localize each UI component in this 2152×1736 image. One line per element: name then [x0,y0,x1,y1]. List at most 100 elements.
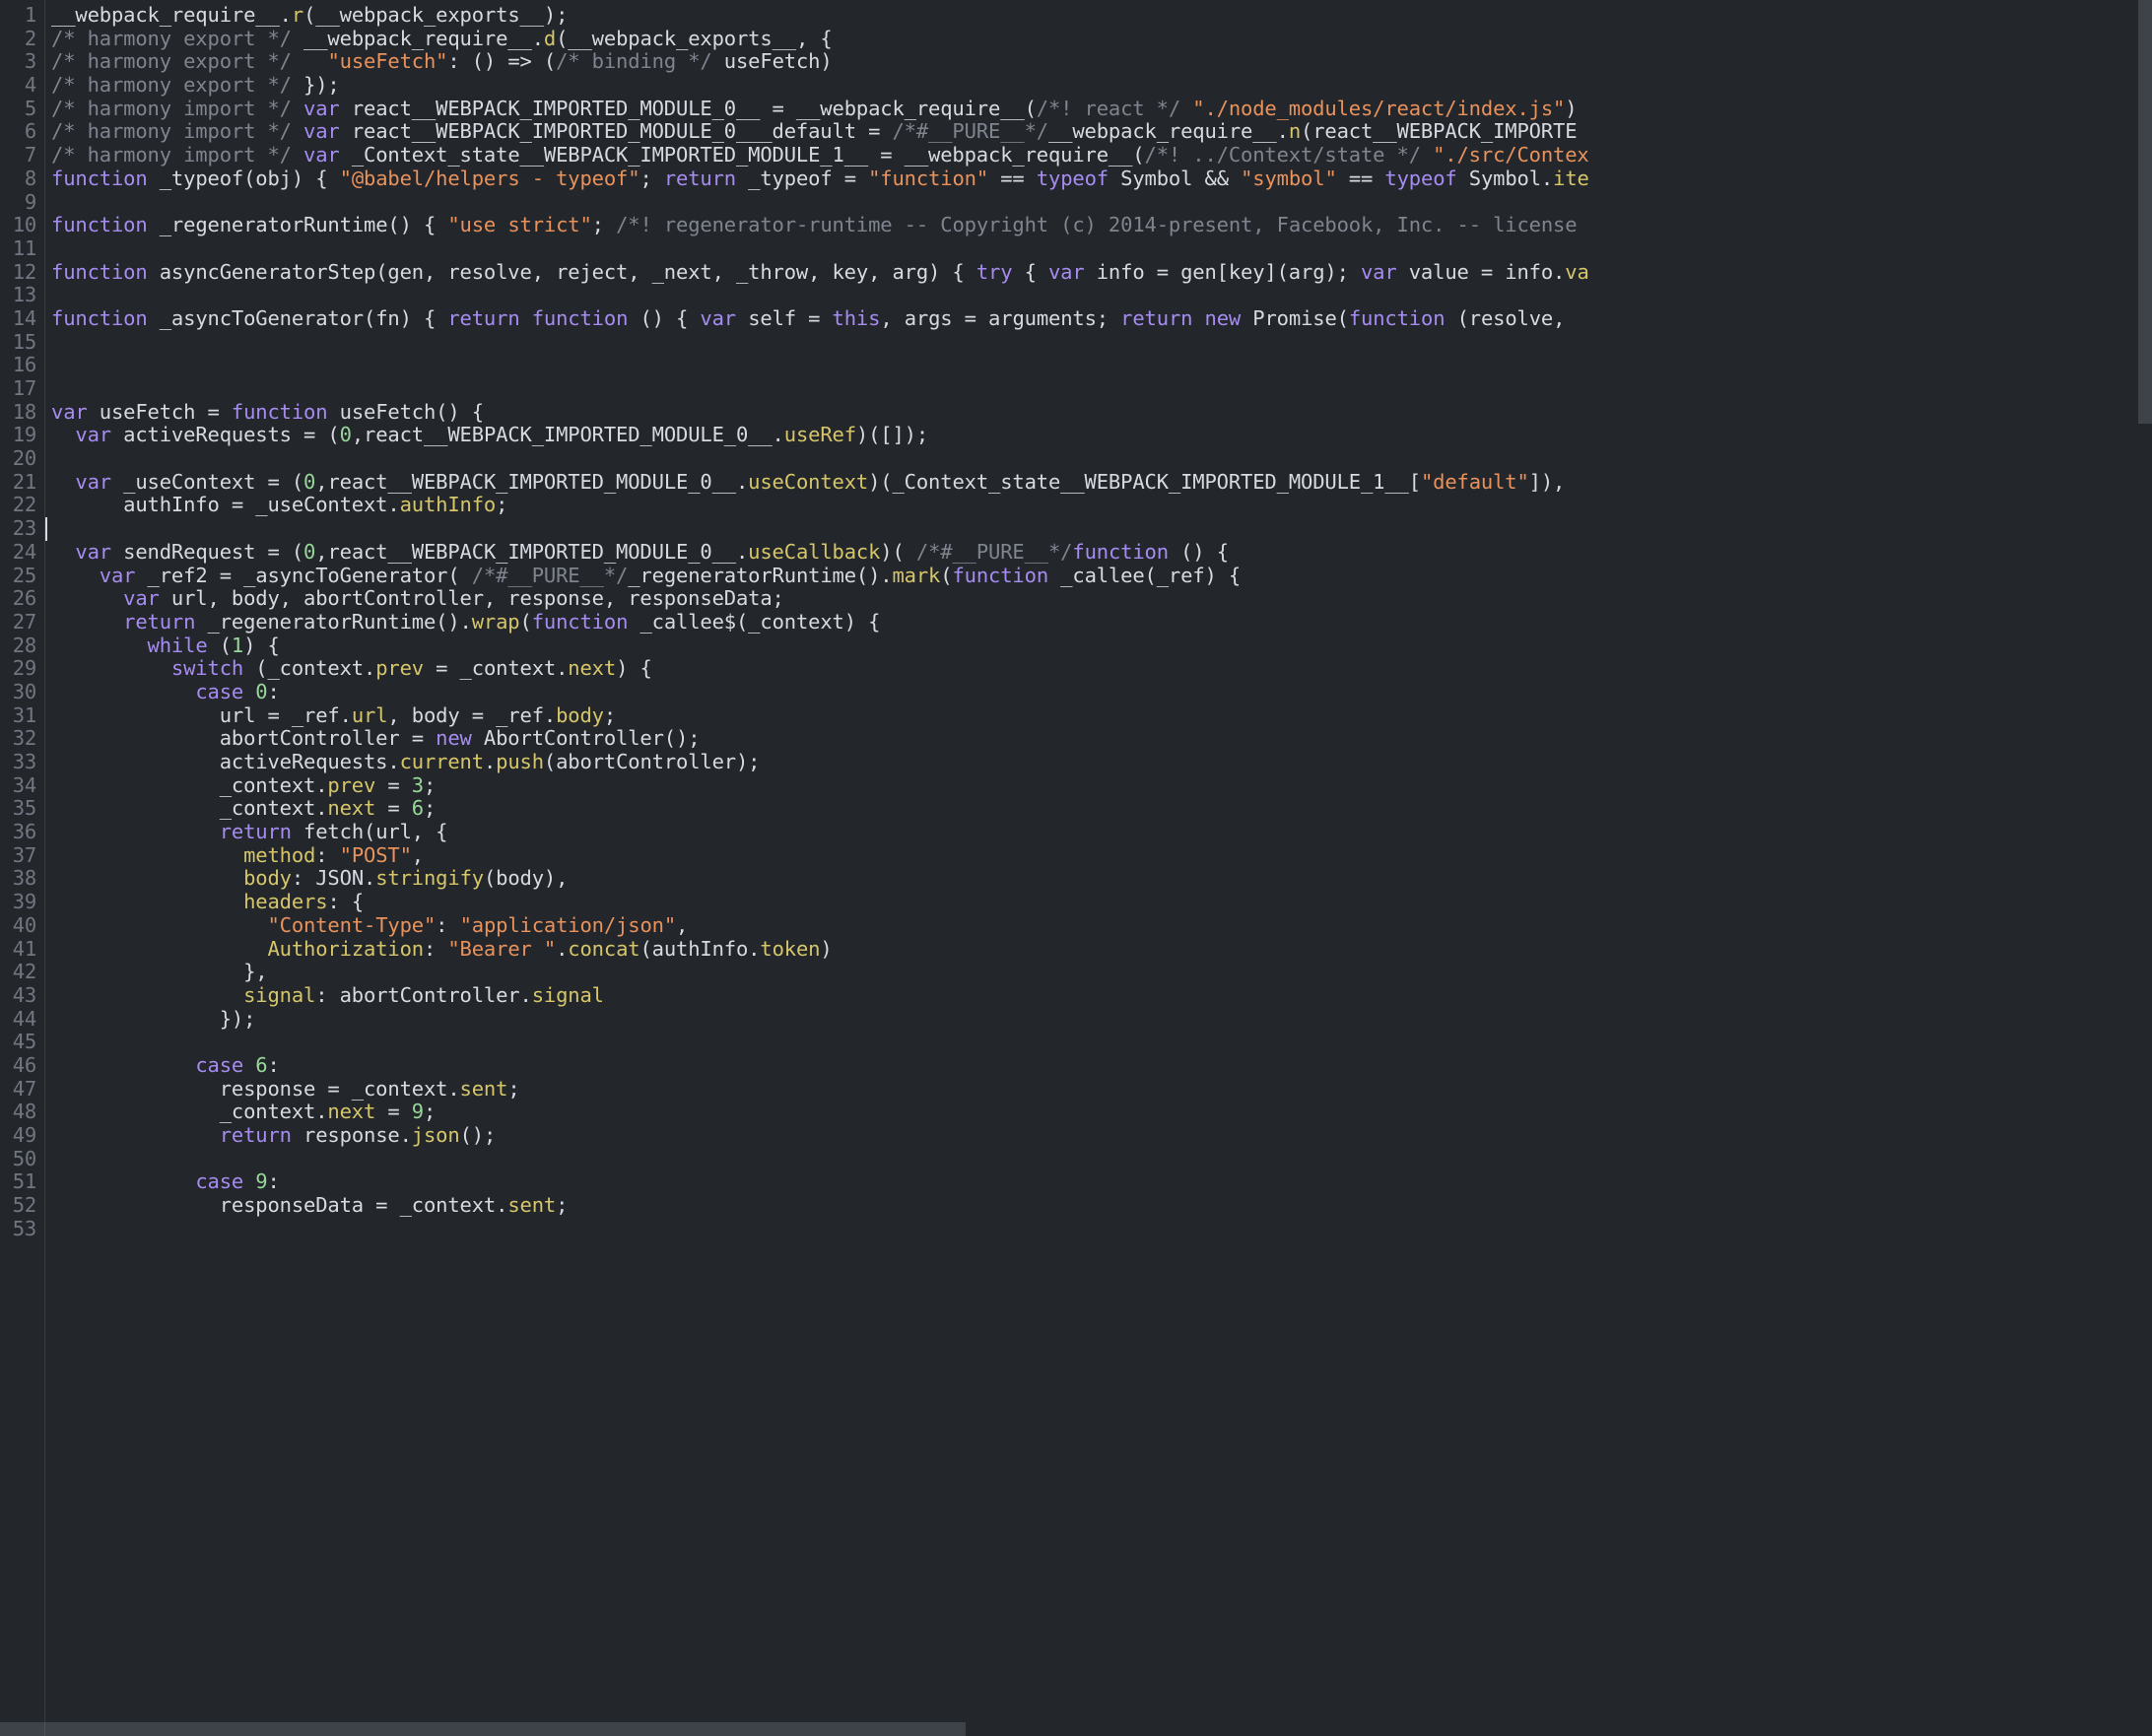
line-number[interactable]: 46 [0,1053,45,1078]
code-line[interactable]: authInfo = _useContext.authInfo; [51,494,2152,517]
line-number[interactable]: 16 [0,354,45,377]
code-line[interactable]: responseData = _context.sent; [51,1193,2152,1218]
line-number[interactable]: 14 [0,306,45,331]
line-number[interactable]: 23 [0,516,45,541]
line-number[interactable]: 31 [0,703,45,728]
line-number[interactable]: 38 [0,867,45,891]
code-line[interactable] [51,517,2152,541]
line-number[interactable]: 30 [0,680,45,704]
code-line[interactable]: /* harmony import */ var react__WEBPACK_… [51,120,2152,144]
line-number[interactable]: 33 [0,750,45,774]
line-number[interactable]: 7 [0,143,45,167]
line-number[interactable]: 17 [0,376,45,401]
line-number[interactable]: 19 [0,424,45,447]
line-number[interactable]: 18 [0,400,45,425]
line-number[interactable]: 48 [0,1101,45,1124]
code-line[interactable]: /* harmony import */ var _Context_state_… [51,143,2152,167]
line-number[interactable]: 47 [0,1077,45,1102]
line-number[interactable]: 11 [0,236,45,261]
code-line[interactable]: var _useContext = (0,react__WEBPACK_IMPO… [51,470,2152,495]
code-editor[interactable]: 1 2 3 4 5 6 7 8 9 10 11 12 13 14 15 16 17 18 19 20 21 22 23 24 2… [0,0,2152,1736]
line-number[interactable]: 52 [0,1193,45,1218]
code-line[interactable]: case 9: [51,1170,2152,1194]
line-number[interactable]: 10 [0,213,45,237]
code-line[interactable]: /* harmony export */ "useFetch": () => (… [51,50,2152,74]
code-line[interactable]: body: JSON.stringify(body), [51,867,2152,891]
line-number[interactable]: 21 [0,470,45,495]
code-line[interactable] [51,284,2152,307]
code-line[interactable]: while (1) { [51,634,2152,658]
code-line[interactable]: /* harmony export */ }); [51,73,2152,98]
line-number[interactable]: 26 [0,586,45,611]
line-number[interactable]: 49 [0,1123,45,1148]
code-line[interactable]: var sendRequest = (0,react__WEBPACK_IMPO… [51,540,2152,565]
horizontal-scrollbar-track[interactable] [0,1722,2152,1736]
line-number[interactable]: 34 [0,773,45,798]
code-line[interactable]: return fetch(url, { [51,820,2152,844]
code-line[interactable]: headers: { [51,890,2152,914]
line-number[interactable]: 43 [0,983,45,1008]
code-line[interactable]: function _typeof(obj) { "@babel/helpers … [51,167,2152,191]
line-number[interactable]: 45 [0,1031,45,1054]
code-line[interactable]: function asyncGeneratorStep(gen, resolve… [51,260,2152,285]
code-line[interactable] [51,237,2152,261]
code-line[interactable]: return response.json(); [51,1123,2152,1148]
line-number[interactable]: 6 [0,120,45,144]
line-number-gutter[interactable]: 1 2 3 4 5 6 7 8 9 10 11 12 13 14 15 16 17 18 19 20 21 22 23 24 2… [0,0,45,1736]
code-line[interactable] [51,1148,2152,1171]
line-number[interactable]: 53 [0,1217,45,1241]
line-number[interactable]: 24 [0,540,45,565]
line-number[interactable]: 12 [0,260,45,285]
code-line[interactable]: var _ref2 = _asyncToGenerator( /*#__PURE… [51,564,2152,588]
code-line[interactable]: _context.next = 6; [51,797,2152,821]
code-content-area[interactable]: __webpack_require__.r(__webpack_exports_… [45,0,2152,1736]
code-line[interactable]: var url, body, abortController, response… [51,586,2152,611]
line-number[interactable]: 35 [0,797,45,821]
code-line[interactable]: _context.next = 9; [51,1100,2152,1124]
code-line[interactable]: "Content-Type": "application/json", [51,913,2152,938]
code-line[interactable]: }); [51,1007,2152,1032]
code-line[interactable]: case 6: [51,1053,2152,1078]
line-number[interactable]: 37 [0,843,45,868]
line-number[interactable]: 20 [0,446,45,471]
line-number[interactable]: 32 [0,727,45,751]
line-number[interactable]: 1 [0,3,45,28]
line-number[interactable]: 36 [0,820,45,844]
code-line[interactable] [51,447,2152,471]
line-number[interactable]: 8 [0,167,45,191]
code-line[interactable] [51,354,2152,377]
code-line[interactable] [51,191,2152,215]
code-line[interactable]: }, [51,960,2152,984]
line-number[interactable]: 27 [0,610,45,634]
code-line[interactable]: var activeRequests = (0,react__WEBPACK_I… [51,424,2152,447]
line-number[interactable]: 5 [0,97,45,121]
code-line[interactable]: return _regeneratorRuntime().wrap(functi… [51,610,2152,634]
code-line[interactable]: __webpack_require__.r(__webpack_exports_… [51,3,2152,28]
line-number[interactable]: 40 [0,913,45,938]
line-number[interactable]: 41 [0,937,45,962]
horizontal-scrollbar-thumb[interactable] [0,1722,966,1736]
code-line[interactable]: switch (_context.prev = _context.next) { [51,656,2152,681]
code-line[interactable]: _context.prev = 3; [51,773,2152,798]
line-number[interactable]: 51 [0,1170,45,1194]
line-number[interactable]: 15 [0,330,45,355]
line-number[interactable]: 44 [0,1007,45,1032]
code-line[interactable]: method: "POST", [51,843,2152,868]
line-number[interactable]: 2 [0,27,45,51]
line-number[interactable]: 50 [0,1147,45,1171]
code-line[interactable]: response = _context.sent; [51,1077,2152,1102]
code-line[interactable]: function _asyncToGenerator(fn) { return … [51,306,2152,331]
code-line[interactable]: function _regeneratorRuntime() { "use st… [51,213,2152,237]
line-number[interactable]: 28 [0,634,45,658]
line-number[interactable]: 4 [0,73,45,98]
code-line[interactable]: Authorization: "Bearer ".concat(authInfo… [51,937,2152,962]
vertical-scrollbar-thumb[interactable] [2138,0,2152,424]
code-line[interactable]: url = _ref.url, body = _ref.body; [51,703,2152,728]
line-number[interactable]: 25 [0,564,45,588]
code-line[interactable]: signal: abortController.signal [51,983,2152,1008]
code-line[interactable]: activeRequests.current.push(abortControl… [51,750,2152,774]
line-number[interactable]: 42 [0,960,45,984]
vertical-scrollbar-track[interactable] [2138,0,2152,1736]
code-line[interactable]: var useFetch = function useFetch() { [51,400,2152,425]
code-line[interactable]: /* harmony export */ __webpack_require__… [51,27,2152,51]
